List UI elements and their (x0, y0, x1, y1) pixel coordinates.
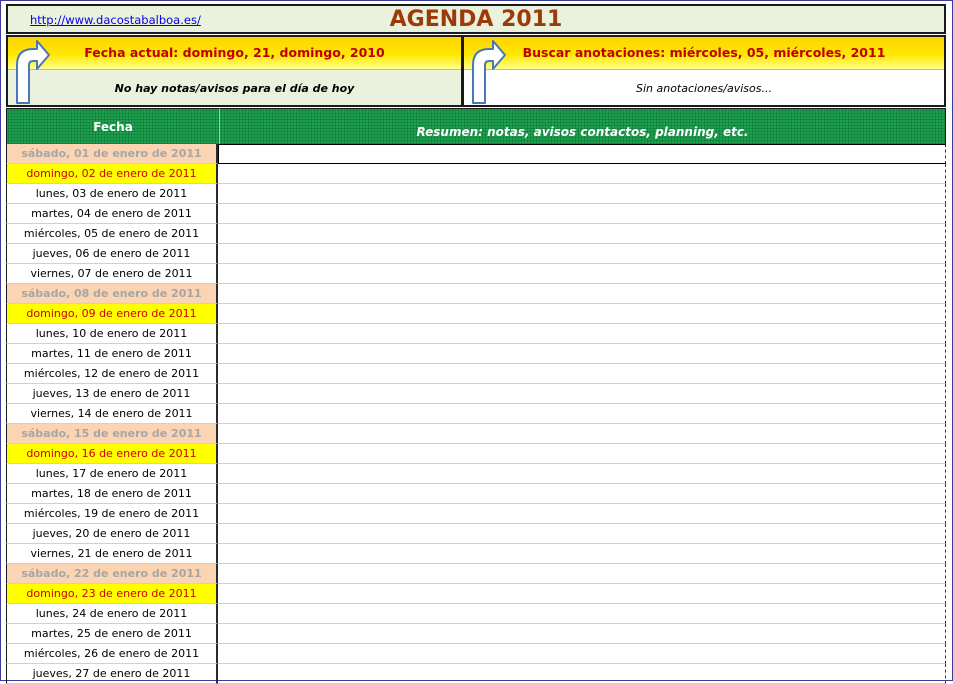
date-cell[interactable]: jueves, 13 de enero de 2011 (6, 384, 218, 404)
table-row: martes, 18 de enero de 2011 (6, 484, 946, 504)
date-cell[interactable]: lunes, 10 de enero de 2011 (6, 324, 218, 344)
date-cell[interactable]: jueves, 20 de enero de 2011 (6, 524, 218, 544)
note-cell[interactable] (218, 544, 946, 564)
date-cell[interactable]: viernes, 07 de enero de 2011 (6, 264, 218, 284)
table-row: martes, 04 de enero de 2011 (6, 204, 946, 224)
page-title: AGENDA 2011 (389, 7, 563, 32)
table-row: lunes, 10 de enero de 2011 (6, 324, 946, 344)
note-cell[interactable] (218, 384, 946, 404)
date-cell[interactable]: lunes, 03 de enero de 2011 (6, 184, 218, 204)
table-row: domingo, 02 de enero de 2011 (6, 164, 946, 184)
date-cell[interactable]: miércoles, 19 de enero de 2011 (6, 504, 218, 524)
note-cell[interactable] (218, 444, 946, 464)
note-cell[interactable] (218, 184, 946, 204)
note-cell[interactable] (218, 564, 946, 584)
table-row: sábado, 22 de enero de 2011 (6, 564, 946, 584)
date-cell[interactable]: miércoles, 26 de enero de 2011 (6, 644, 218, 664)
note-cell[interactable] (218, 364, 946, 384)
note-cell[interactable] (218, 204, 946, 224)
curved-arrow-icon[interactable] (10, 39, 50, 105)
current-date-label: Fecha actual: domingo, 21, domingo, 2010 (8, 37, 461, 70)
table-row: viernes, 07 de enero de 2011 (6, 264, 946, 284)
table-row: martes, 25 de enero de 2011 (6, 624, 946, 644)
table-row: miércoles, 26 de enero de 2011 (6, 644, 946, 664)
table-row: domingo, 23 de enero de 2011 (6, 584, 946, 604)
note-cell[interactable] (218, 424, 946, 444)
date-cell[interactable]: lunes, 24 de enero de 2011 (6, 604, 218, 624)
date-cell[interactable]: martes, 11 de enero de 2011 (6, 344, 218, 364)
date-cell[interactable]: sábado, 01 de enero de 2011 (6, 144, 218, 164)
note-cell[interactable] (218, 244, 946, 264)
date-cell[interactable]: viernes, 14 de enero de 2011 (6, 404, 218, 424)
agenda-table: sábado, 01 de enero de 2011 domingo, 02 d… (6, 144, 946, 684)
table-row: miércoles, 12 de enero de 2011 (6, 364, 946, 384)
note-cell[interactable] (218, 484, 946, 504)
date-cell[interactable]: martes, 04 de enero de 2011 (6, 204, 218, 224)
search-notes-panel: Buscar anotaciones: miércoles, 05, miérc… (462, 35, 946, 107)
table-row: viernes, 14 de enero de 2011 (6, 404, 946, 424)
note-cell[interactable] (218, 224, 946, 244)
table-row: miércoles, 05 de enero de 2011 (6, 224, 946, 244)
column-header-fecha[interactable]: Fecha (6, 108, 219, 144)
date-cell[interactable]: martes, 25 de enero de 2011 (6, 624, 218, 644)
date-cell[interactable]: sábado, 08 de enero de 2011 (6, 284, 218, 304)
table-row: sábado, 08 de enero de 2011 (6, 284, 946, 304)
note-cell[interactable] (218, 584, 946, 604)
date-cell[interactable]: miércoles, 05 de enero de 2011 (6, 224, 218, 244)
date-cell[interactable]: domingo, 23 de enero de 2011 (6, 584, 218, 604)
table-row: domingo, 09 de enero de 2011 (6, 304, 946, 324)
title-bar: http://www.dacostabalboa.es/ AGENDA 2011 (6, 4, 946, 34)
date-cell[interactable]: domingo, 02 de enero de 2011 (6, 164, 218, 184)
table-row: miércoles, 19 de enero de 2011 (6, 504, 946, 524)
note-cell[interactable] (218, 644, 946, 664)
table-row: sábado, 15 de enero de 2011 (6, 424, 946, 444)
table-row: lunes, 17 de enero de 2011 (6, 464, 946, 484)
table-row: jueves, 27 de enero de 2011 (6, 664, 946, 684)
search-notes-message: Sin anotaciones/avisos... (635, 82, 772, 95)
current-date-panel: Fecha actual: domingo, 21, domingo, 2010… (6, 35, 463, 107)
table-row: martes, 11 de enero de 2011 (6, 344, 946, 364)
date-cell[interactable]: miércoles, 12 de enero de 2011 (6, 364, 218, 384)
date-cell[interactable]: jueves, 06 de enero de 2011 (6, 244, 218, 264)
date-cell[interactable]: domingo, 16 de enero de 2011 (6, 444, 218, 464)
table-row: lunes, 03 de enero de 2011 (6, 184, 946, 204)
note-cell[interactable] (218, 624, 946, 644)
date-cell[interactable]: sábado, 22 de enero de 2011 (6, 564, 218, 584)
note-cell[interactable] (218, 524, 946, 544)
date-cell[interactable]: jueves, 27 de enero de 2011 (6, 664, 218, 684)
note-cell[interactable] (218, 464, 946, 484)
date-cell[interactable]: sábado, 15 de enero de 2011 (6, 424, 218, 444)
table-row: lunes, 24 de enero de 2011 (6, 604, 946, 624)
note-cell[interactable] (218, 504, 946, 524)
note-cell[interactable] (218, 284, 946, 304)
date-cell[interactable]: lunes, 17 de enero de 2011 (6, 464, 218, 484)
column-header-resumen[interactable]: Resumen: notas, avisos contactos, planni… (219, 108, 946, 144)
note-cell[interactable] (218, 324, 946, 344)
table-row: jueves, 06 de enero de 2011 (6, 244, 946, 264)
note-cell[interactable] (218, 144, 946, 164)
date-cell[interactable]: viernes, 21 de enero de 2011 (6, 544, 218, 564)
note-cell[interactable] (218, 344, 946, 364)
note-cell[interactable] (218, 604, 946, 624)
note-cell[interactable] (218, 264, 946, 284)
note-cell[interactable] (218, 664, 946, 684)
table-row: viernes, 21 de enero de 2011 (6, 544, 946, 564)
current-date-message: No hay notas/avisos para el día de hoy (114, 82, 355, 95)
search-notes-label: Buscar anotaciones: miércoles, 05, miérc… (464, 37, 944, 70)
table-row: sábado, 01 de enero de 2011 (6, 144, 946, 164)
date-cell[interactable]: domingo, 09 de enero de 2011 (6, 304, 218, 324)
curved-arrow-icon[interactable] (466, 39, 506, 105)
table-row: domingo, 16 de enero de 2011 (6, 444, 946, 464)
date-cell[interactable]: martes, 18 de enero de 2011 (6, 484, 218, 504)
note-cell[interactable] (218, 304, 946, 324)
note-cell[interactable] (218, 404, 946, 424)
table-row: jueves, 13 de enero de 2011 (6, 384, 946, 404)
table-row: jueves, 20 de enero de 2011 (6, 524, 946, 544)
note-cell[interactable] (218, 164, 946, 184)
